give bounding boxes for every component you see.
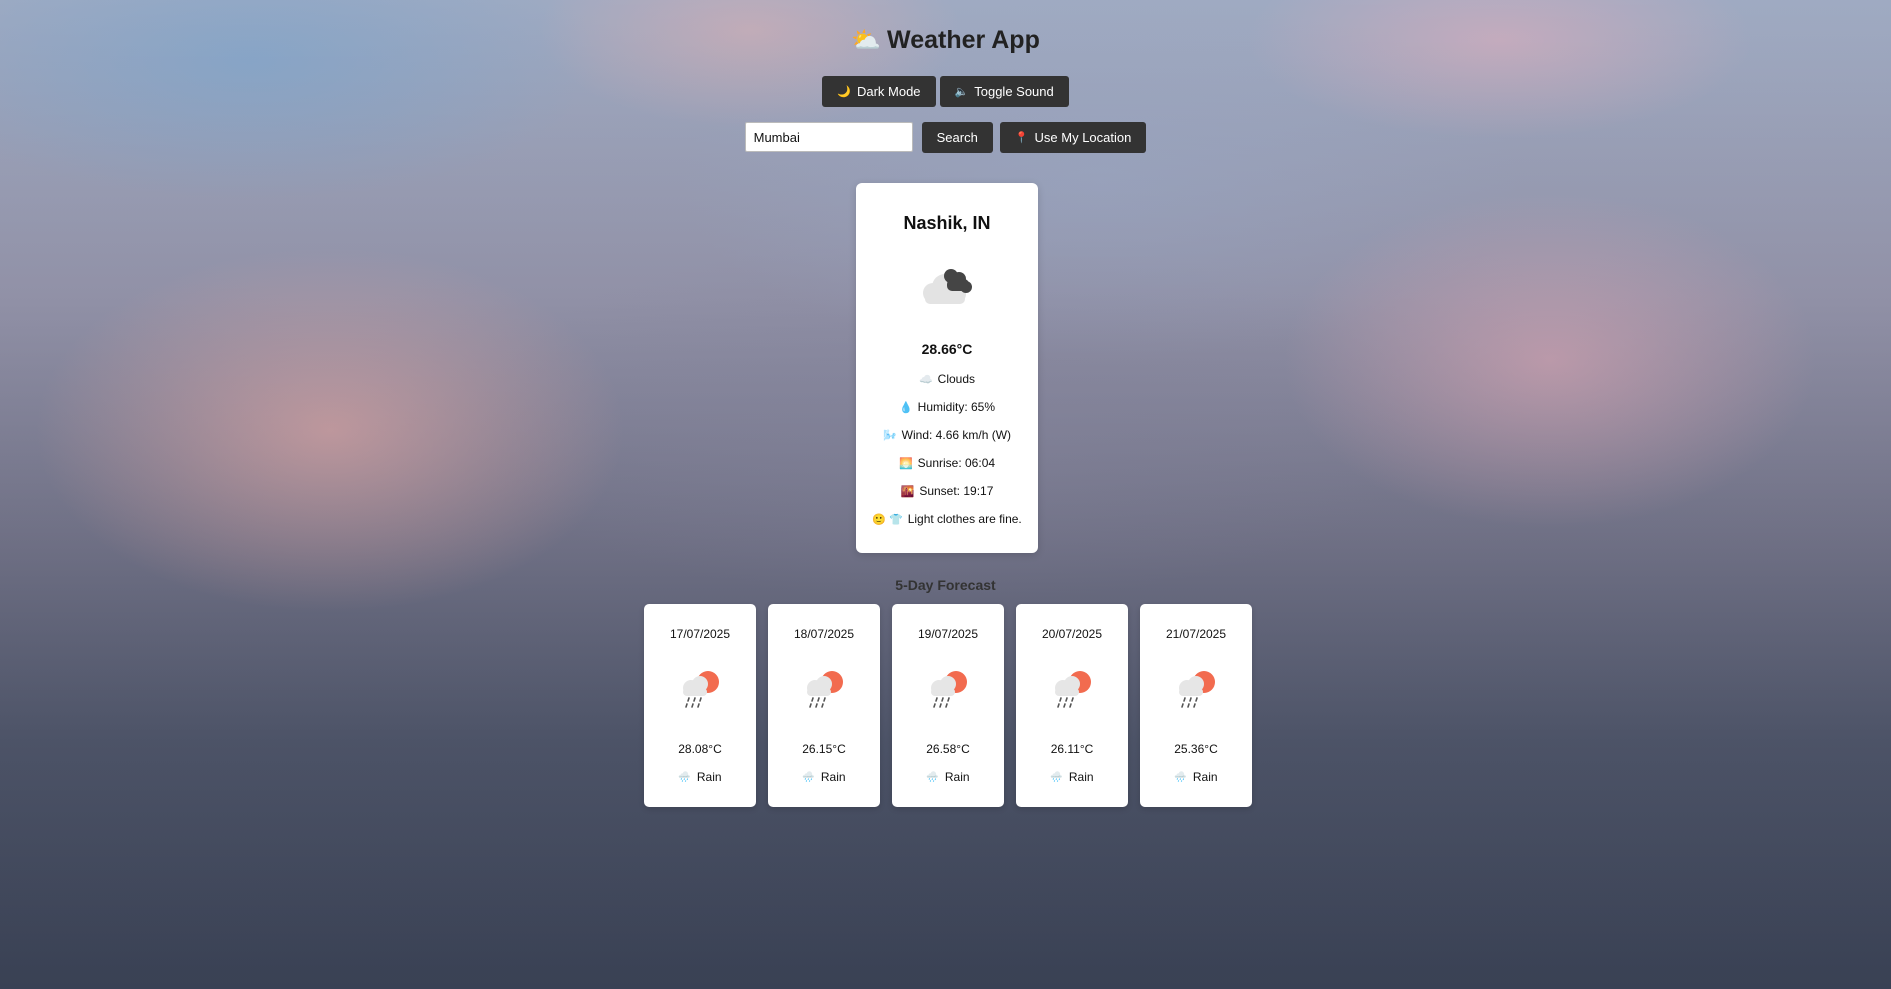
forecast-condition: 🌧️ Rain: [892, 770, 1004, 784]
rain-sun-icon: [683, 671, 719, 708]
sunset-icon: 🌇: [900, 485, 915, 498]
condition-text: Clouds: [937, 372, 976, 386]
dark-mode-button[interactable]: 🌙 Dark Mode: [822, 76, 936, 107]
controls-bar: 🌙 Dark Mode 🔈 Toggle Sound: [0, 76, 1891, 107]
use-my-location-label: Use My Location: [1034, 130, 1132, 145]
city-name: Nashik, IN: [903, 213, 991, 233]
wind-icon: 🌬️: [882, 429, 897, 442]
forecast-date: 17/07/2025: [669, 627, 731, 641]
rain-cloud-icon: 🌧️: [926, 771, 939, 783]
dark-mode-label: Dark Mode: [856, 84, 921, 99]
page-title: ⛅ Weather App: [0, 26, 1891, 55]
forecast-card-2: 18/07/2025 26.15°C 🌧️ Rain: [768, 604, 880, 807]
rain-sun-icon: [807, 671, 843, 708]
page-title-text: Weather App: [887, 26, 1040, 54]
current-temperature: 28.66°C: [921, 341, 973, 357]
current-weather-card: Nashik, IN 28.66°C ☁️ Clouds 💧 Humidity:…: [856, 183, 1038, 553]
sunrise-row: 🌅 Sunrise: 06:04: [856, 456, 1038, 470]
rain-sun-icon: [931, 671, 967, 708]
humidity-text: Humidity: 65%: [917, 400, 996, 414]
forecast-temperature: 28.08°C: [678, 742, 722, 756]
pin-icon: 📍: [1014, 132, 1029, 144]
rain-cloud-icon: 🌧️: [802, 771, 815, 783]
person-shirt-icon: 🙂 👕: [872, 513, 903, 526]
forecast-condition-text: Rain: [820, 770, 846, 784]
forecast-temperature: 26.11°C: [1050, 742, 1094, 756]
rain-sun-icon: [1179, 671, 1215, 708]
toggle-sound-button[interactable]: 🔈 Toggle Sound: [939, 76, 1069, 107]
sunset-text: Sunset: 19:17: [919, 484, 994, 498]
rain-cloud-icon: 🌧️: [1050, 771, 1063, 783]
forecast-date: 21/07/2025: [1165, 627, 1227, 641]
use-my-location-button[interactable]: 📍 Use My Location: [999, 122, 1147, 153]
city-search-input[interactable]: [744, 122, 913, 152]
forecast-condition: 🌧️ Rain: [644, 770, 756, 784]
humidity-row: 💧 Humidity: 65%: [856, 400, 1038, 414]
forecast-temperature: 26.15°C: [802, 742, 846, 756]
forecast-title: 5-Day Forecast: [895, 577, 996, 593]
forecast-condition: 🌧️ Rain: [768, 770, 880, 784]
sunset-row: 🌇 Sunset: 19:17: [856, 484, 1038, 498]
forecast-card-4: 20/07/2025 26.11°C 🌧️ Rain: [1016, 604, 1128, 807]
toggle-sound-label: Toggle Sound: [974, 84, 1054, 99]
sunrise-text: Sunrise: 06:04: [917, 456, 996, 470]
sunrise-icon: 🌅: [898, 457, 913, 470]
forecast-card-3: 19/07/2025 26.58°C 🌧️ Rain: [892, 604, 1004, 807]
forecast-condition-text: Rain: [696, 770, 722, 784]
wind-text: Wind: 4.66 km/h (W): [901, 428, 1012, 442]
broken-clouds-icon: [923, 269, 972, 304]
forecast-condition: 🌧️ Rain: [1016, 770, 1128, 784]
partly-cloudy-icon: ⛅: [851, 27, 882, 54]
clothing-advice-row: 🙂 👕 Light clothes are fine.: [856, 512, 1038, 526]
search-bar: Search 📍 Use My Location: [0, 122, 1891, 153]
search-button[interactable]: Search: [921, 122, 993, 153]
forecast-date: 18/07/2025: [793, 627, 855, 641]
forecast-condition-text: Rain: [944, 770, 970, 784]
speaker-icon: 🔈: [954, 86, 969, 98]
forecast-temperature: 26.58°C: [926, 742, 970, 756]
rain-sun-icon: [1055, 671, 1091, 708]
forecast-condition-text: Rain: [1068, 770, 1094, 784]
wind-row: 🌬️ Wind: 4.66 km/h (W): [856, 428, 1038, 442]
rain-cloud-icon: 🌧️: [1174, 771, 1187, 783]
droplet-icon: 💧: [898, 401, 913, 414]
cloud-icon: ☁️: [918, 373, 933, 386]
clothing-advice-text: Light clothes are fine.: [907, 512, 1022, 526]
forecast-date: 19/07/2025: [917, 627, 979, 641]
forecast-temperature: 25.36°C: [1174, 742, 1218, 756]
rain-cloud-icon: 🌧️: [678, 771, 691, 783]
forecast-date: 20/07/2025: [1041, 627, 1103, 641]
condition-row: ☁️ Clouds: [856, 372, 1038, 386]
forecast-condition-text: Rain: [1192, 770, 1218, 784]
forecast-card-5: 21/07/2025 25.36°C 🌧️ Rain: [1140, 604, 1252, 807]
forecast-condition: 🌧️ Rain: [1140, 770, 1252, 784]
forecast-card-1: 17/07/2025 28.08°C 🌧️ Rain: [644, 604, 756, 807]
moon-icon: 🌙: [837, 86, 851, 98]
forecast-list: 17/07/2025 28.08°C 🌧️ Rain 18/07/2025 26…: [644, 604, 1252, 807]
